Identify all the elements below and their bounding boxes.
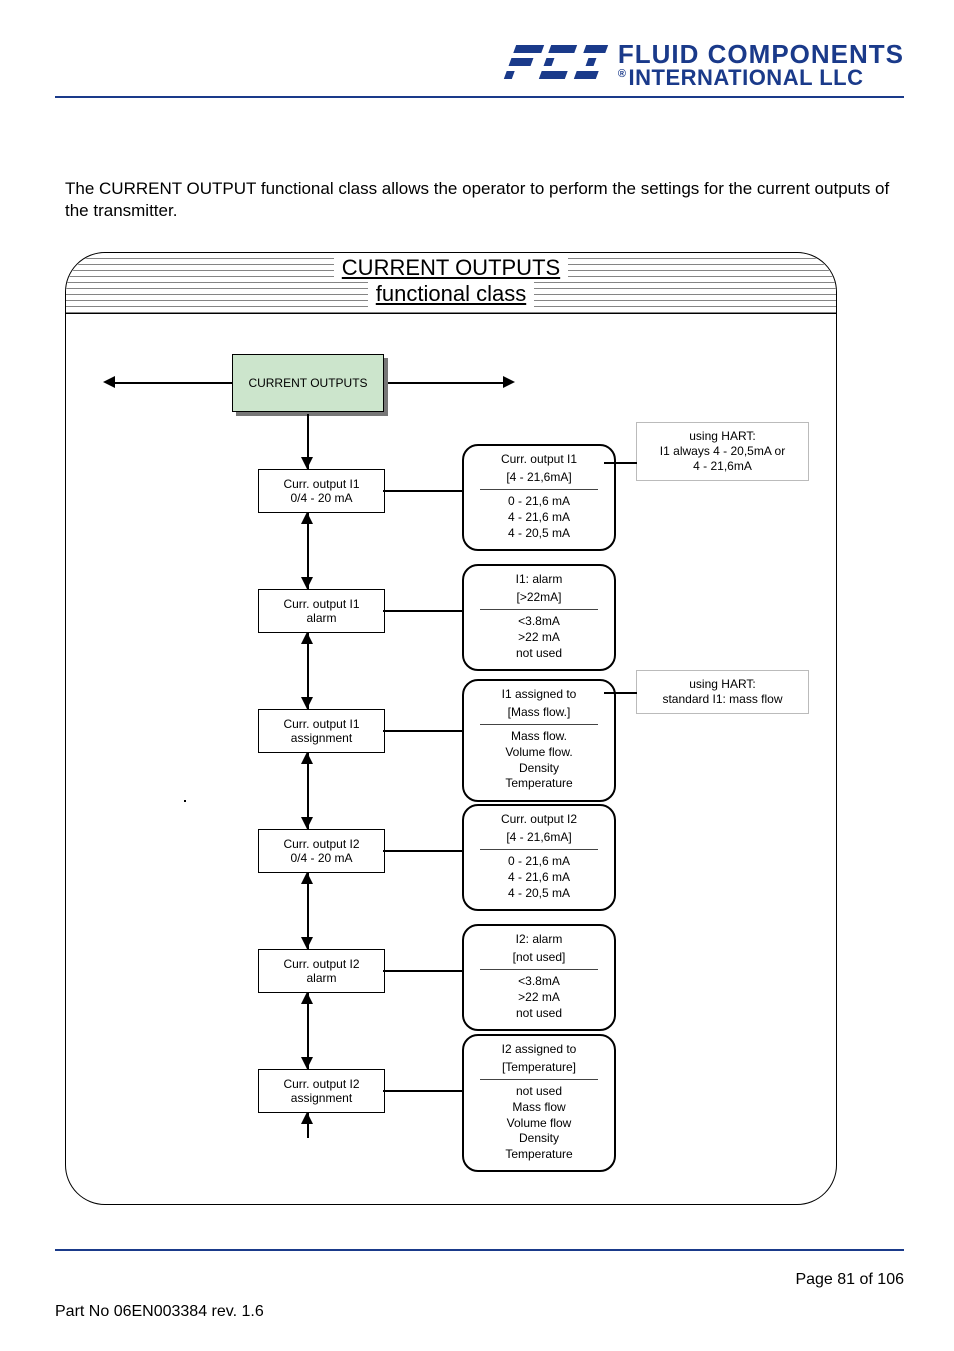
menu-item-i1-assignment: Curr. output I1 assignment [258,709,385,753]
option-box-i1-assignment: I1 assigned to [Mass flow.] Mass flow. V… [462,679,616,802]
option-box-i2-range: Curr. output I2 [4 - 21,6mA] 0 - 21,6 mA… [462,804,616,911]
page-header: FLUID COMPONENTS ®INTERNATIONAL LLC [55,40,904,98]
root-node: CURRENT OUTPUTS [232,354,384,412]
menu-item-i2-alarm: Curr. output I2 alarm [258,949,385,993]
part-number: Part No 06EN003384 rev. 1.6 [55,1303,264,1320]
menu-item-i2-range: Curr. output I2 0/4 - 20 mA [258,829,385,873]
page-footer: Page 81 of 106 Part No 06EN003384 rev. 1… [55,1249,904,1321]
menu-item-i2-assignment: Curr. output I2 assignment [258,1069,385,1113]
company-logo: FLUID COMPONENTS ®INTERNATIONAL LLC [498,40,904,90]
option-box-i1-range: Curr. output I1 [4 - 21,6mA] 0 - 21,6 mA… [462,444,616,551]
diagram-title-area: CURRENT OUTPUTS functional class [66,253,836,314]
dot-marker-icon [184,800,186,802]
intro-paragraph: The CURRENT OUTPUT functional class allo… [55,178,904,222]
diagram-title-1: CURRENT OUTPUTS [334,255,568,281]
page: FLUID COMPONENTS ®INTERNATIONAL LLC The … [0,0,954,1351]
option-box-i2-alarm: I2: alarm [not used] <3.8mA >22 mA not u… [462,924,616,1031]
option-box-i2-assignment: I2 assigned to [Temperature] not used Ma… [462,1034,616,1172]
menu-item-i1-alarm: Curr. output I1 alarm [258,589,385,633]
fci-logo-icon [498,40,618,90]
diagram-frame: CURRENT OUTPUTS functional class CURRENT… [65,252,837,1205]
diagram-title-2: functional class [368,281,534,307]
option-box-i1-alarm: I1: alarm [>22mA] <3.8mA >22 mA not used [462,564,616,671]
logo-line-1: FLUID COMPONENTS [618,41,904,67]
menu-item-i1-range: Curr. output I1 0/4 - 20 mA [258,469,385,513]
page-number: Page 81 of 106 [795,1271,904,1288]
note-hart-i1-assign: using HART: standard I1: mass flow [636,670,809,714]
note-hart-i1-range: using HART: I1 always 4 - 20,5mA or 4 - … [636,422,809,481]
logo-line-2: ®INTERNATIONAL LLC [618,67,904,89]
root-node-label: CURRENT OUTPUTS [248,376,367,390]
diagram-body: CURRENT OUTPUTS Curr. output I1 0/4 - 20… [66,314,836,1176]
